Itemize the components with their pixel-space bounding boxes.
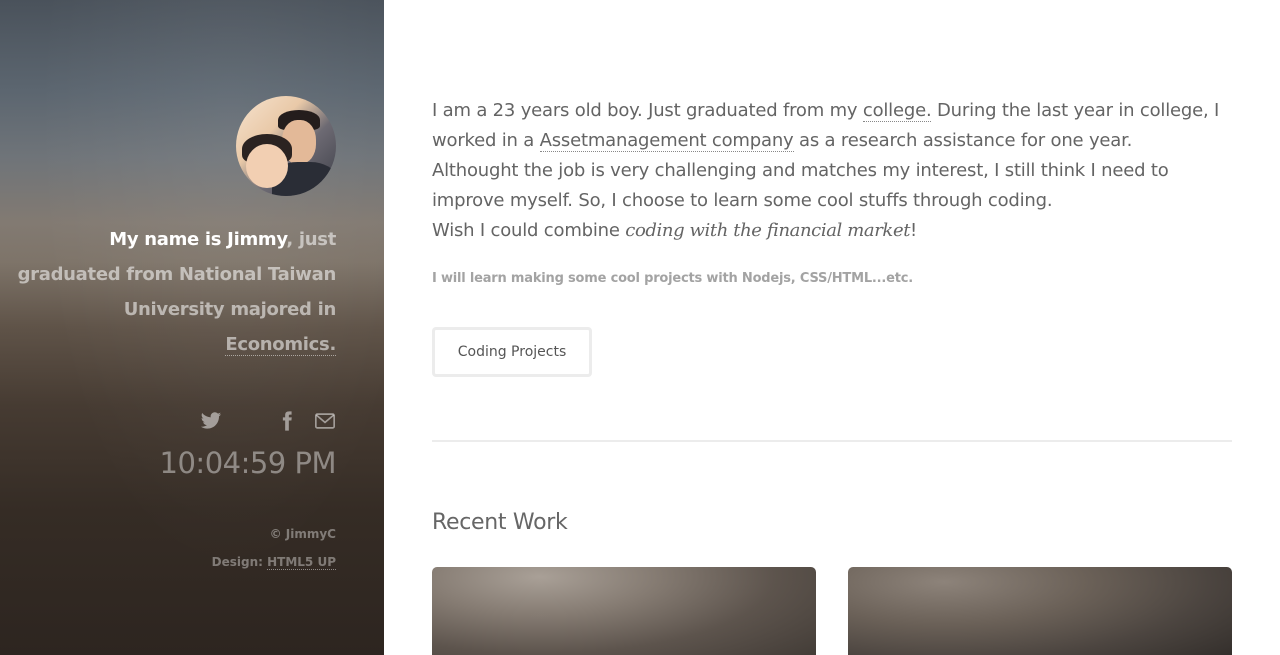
- company-link[interactable]: Assetmanagement company: [539, 130, 794, 152]
- github-icon[interactable]: [238, 410, 260, 432]
- about-text: as a research assistance for one year.: [793, 130, 1133, 151]
- sidebar: My name is Jimmy, just graduated from Na…: [0, 0, 384, 655]
- section-divider: [432, 440, 1232, 442]
- recent-work-thumbnail[interactable]: [432, 567, 816, 655]
- about-text: I am a 23 years old boy. Just graduated …: [432, 100, 863, 121]
- about-text: Althought the job is very challenging an…: [432, 160, 1169, 211]
- college-link[interactable]: college.: [862, 100, 932, 122]
- main-content: I am a 23 years old boy. Just graduated …: [432, 0, 1232, 655]
- about-text: Wish I could combine: [432, 220, 626, 241]
- avatar: [236, 96, 336, 196]
- intro-text: My name is Jimmy, just graduated from Na…: [16, 222, 336, 362]
- clock: 10:04:59 PM: [159, 446, 337, 480]
- html5up-link[interactable]: HTML5 UP: [267, 555, 336, 570]
- twitter-icon[interactable]: [200, 410, 222, 432]
- design-label: Design:: [211, 555, 268, 569]
- about-emphasis: coding with the financial market: [625, 220, 911, 241]
- recent-work-heading: Recent Work: [432, 510, 568, 535]
- coding-projects-button[interactable]: Coding Projects: [432, 327, 592, 377]
- facebook-icon[interactable]: [276, 410, 298, 432]
- copyright: © JimmyC: [269, 527, 336, 541]
- social-links: [200, 410, 336, 432]
- recent-work-thumbnail[interactable]: [848, 567, 1232, 655]
- projects-subtext: I will learn making some cool projects w…: [432, 271, 914, 286]
- about-paragraph: I am a 23 years old boy. Just graduated …: [432, 96, 1222, 246]
- intro-name: My name is Jimmy: [109, 229, 287, 250]
- about-text: !: [910, 220, 918, 241]
- economics-link[interactable]: Economics.: [225, 334, 336, 356]
- design-credit: Design: HTML5 UP: [211, 555, 336, 570]
- envelope-icon[interactable]: [314, 410, 336, 432]
